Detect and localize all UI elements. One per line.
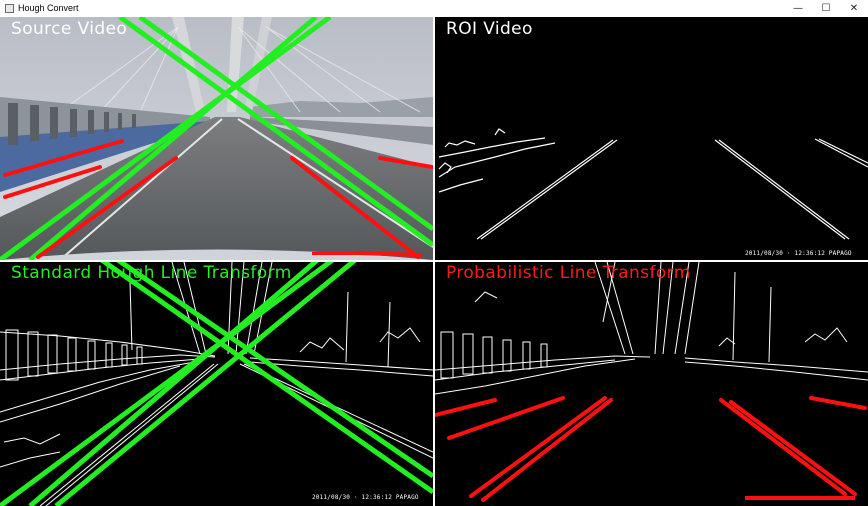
window-controls: — ☐ ✕ xyxy=(784,0,868,17)
minimize-button[interactable]: — xyxy=(784,0,812,17)
timestamp-overlay: 2011/08/30 · 12:36:12 PAPAGO xyxy=(745,250,852,257)
window-title: Hough Convert xyxy=(18,3,79,13)
source-video-frame xyxy=(0,17,433,260)
pane-label-roi: ROI Video xyxy=(446,19,533,39)
video-grid: Source Video ROI Video 2011/08/30 · 12:3… xyxy=(0,17,868,506)
source-video-pane: Source Video xyxy=(0,17,433,260)
standard-hough-frame xyxy=(0,262,433,506)
app-icon xyxy=(5,4,14,13)
probabilistic-hough-frame xyxy=(435,262,868,502)
app-window: Hough Convert — ☐ ✕ Source Video ROI Vid… xyxy=(0,0,868,506)
roi-video-pane: ROI Video 2011/08/30 · 12:36:12 PAPAGO xyxy=(435,17,868,260)
timestamp-overlay-standard: 2011/08/30 · 12:36:12 PAPAGO xyxy=(312,494,419,501)
pane-label-probabilistic: Probabilistic Line Transform xyxy=(446,263,691,283)
pane-label-source: Source Video xyxy=(11,19,128,39)
standard-hough-pane: Standard Hough Line Transform 2011/08/30… xyxy=(0,262,433,506)
horizontal-divider xyxy=(0,260,868,262)
close-button[interactable]: ✕ xyxy=(840,0,868,17)
maximize-button[interactable]: ☐ xyxy=(812,0,840,17)
title-bar[interactable]: Hough Convert — ☐ ✕ xyxy=(0,0,868,17)
pane-label-standard: Standard Hough Line Transform xyxy=(11,263,292,283)
probabilistic-hough-pane: Probabilistic Line Transform xyxy=(435,262,868,506)
roi-edge-frame xyxy=(438,128,868,240)
